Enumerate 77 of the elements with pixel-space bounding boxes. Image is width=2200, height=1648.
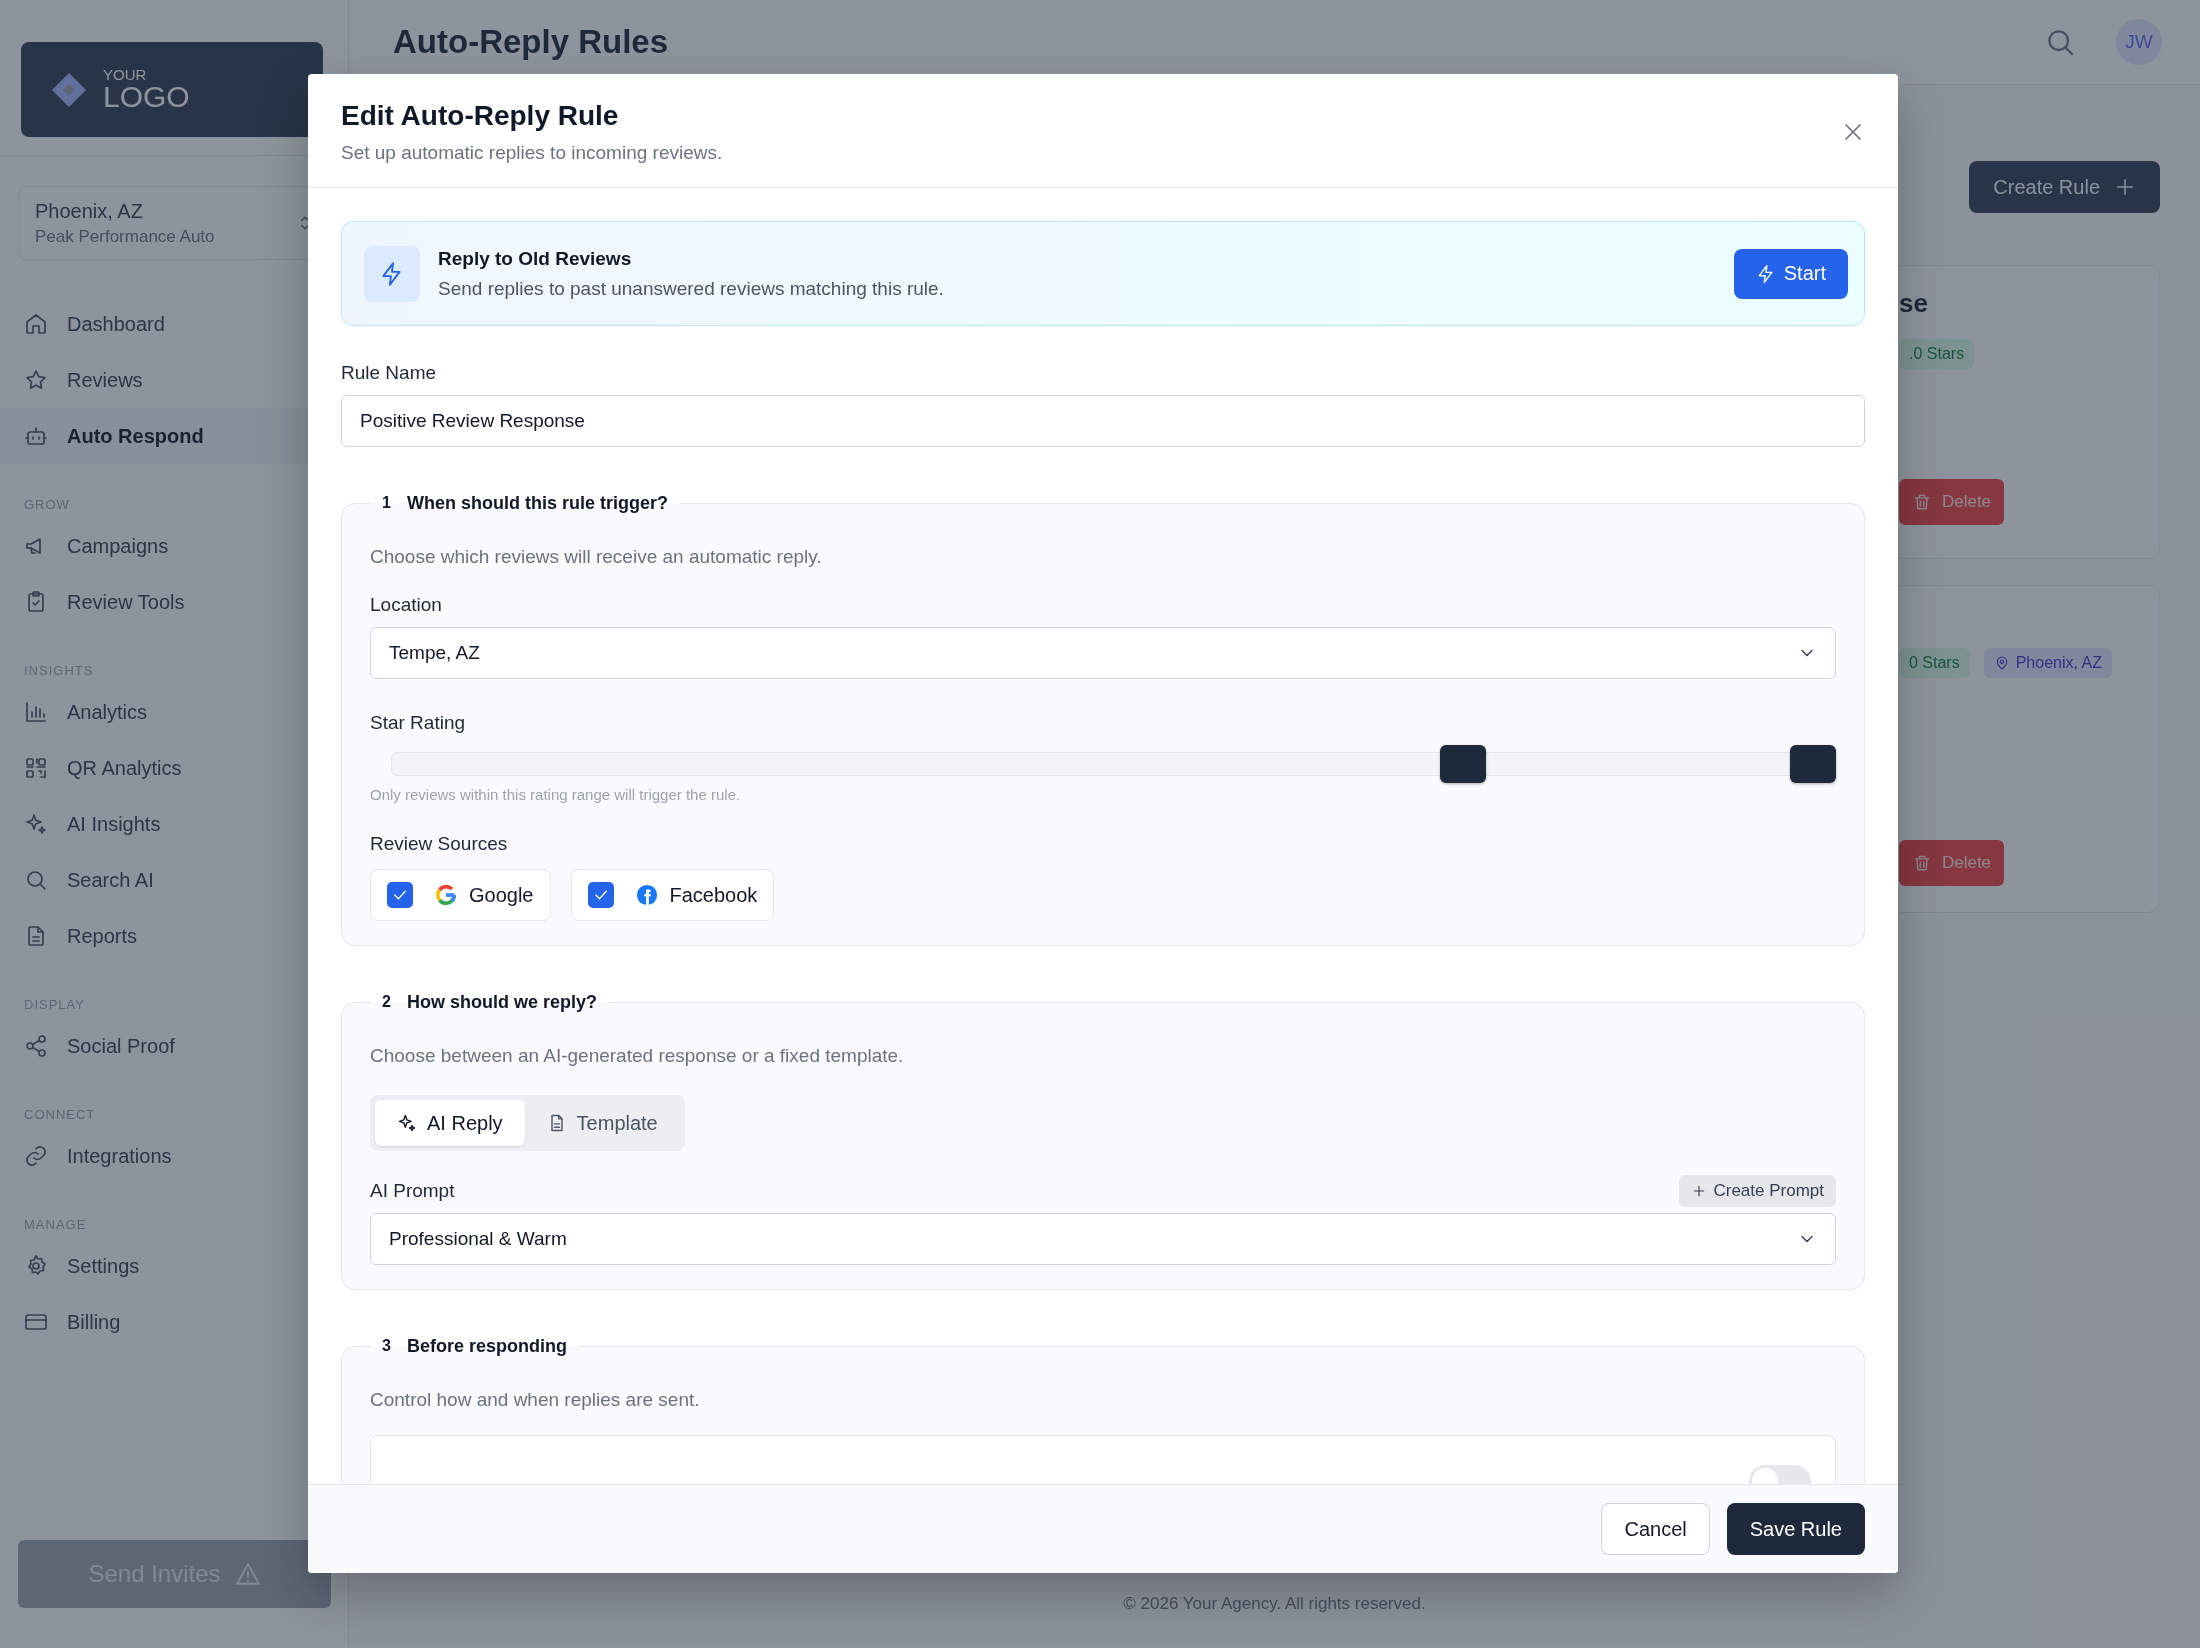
source-option[interactable]: Facebook [570, 869, 775, 921]
field-label: Location [370, 594, 443, 616]
plus-icon [2114, 176, 2136, 198]
save-rule-button[interactable]: Save Rule [1726, 1503, 1865, 1555]
user-avatar[interactable]: JW [2116, 19, 2162, 65]
link-icon [24, 1144, 48, 1168]
section-description: Control how and when replies are sent. [370, 1389, 701, 1411]
rating-tag: 0 Stars [1899, 648, 1970, 678]
nav-item[interactable]: Reviews [0, 352, 340, 408]
nav-item[interactable]: Settings [0, 1238, 340, 1294]
dialog-title: Edit Auto-Reply Rule [341, 100, 620, 132]
logo[interactable]: YOUR LOGO [21, 42, 323, 137]
rating-tag: .0 Stars [1899, 339, 1975, 369]
field-label: Rule Name [341, 362, 438, 384]
nav-item[interactable]: Dashboard [0, 296, 340, 352]
logo-text: LOGO [103, 82, 190, 112]
field-label: AI Prompt [370, 1180, 455, 1202]
create-rule-button[interactable]: Create Rule [1969, 161, 2160, 213]
section-description: Choose between an AI-generated response or a fixed template. [370, 1045, 905, 1067]
qr-code-icon [24, 756, 48, 780]
section-title: Before responding [406, 1336, 567, 1357]
step-number: 1 [382, 493, 391, 513]
nav-item[interactable]: Review Tools [0, 574, 340, 630]
banner-text: Send replies to past unanswered reviews matching this rule. [438, 277, 944, 300]
sparkle-icon [24, 812, 48, 836]
checkbox[interactable] [587, 882, 614, 908]
page-title: Auto-Reply Rules [393, 23, 669, 61]
banner-title: Reply to Old Reviews [438, 247, 633, 270]
delete-button[interactable]: Delete [1899, 840, 2004, 886]
nav-item[interactable]: QR Analytics [0, 740, 340, 796]
field-label: Star Rating [370, 712, 467, 734]
reply-mode-tab[interactable]: Template [524, 1100, 680, 1146]
cancel-button[interactable]: Cancel [1601, 1503, 1710, 1555]
location-tag: Phoenix, AZ [1983, 648, 2112, 678]
nav-item[interactable]: Integrations [0, 1128, 340, 1184]
slider-hint: Only reviews within this rating range will trigger the rule. [370, 786, 742, 803]
bar-chart-icon [24, 700, 48, 724]
location-name: Phoenix, AZ [35, 199, 144, 223]
section-title: When should this rule trigger? [406, 493, 668, 514]
source-option[interactable]: Google [370, 869, 551, 921]
step-number: 2 [382, 992, 391, 1012]
prompt-select[interactable]: Professional & Warm [370, 1213, 1836, 1265]
field-label: Review Sources [370, 833, 509, 855]
share-icon [24, 1034, 48, 1058]
checkbox[interactable] [387, 882, 413, 908]
nav-item[interactable]: Search AI [0, 852, 340, 908]
delete-button[interactable]: Delete [1899, 479, 2004, 525]
copyright-text: © 2026 Your Agency. All rights reserved. [1122, 1594, 1427, 1614]
rating-range-slider[interactable] [391, 744, 1836, 784]
business-name: Peak Performance Auto [35, 226, 215, 247]
home-icon [24, 312, 48, 336]
dialog-subtitle: Set up automatic replies to incoming reviews. [341, 142, 723, 164]
logo-text: YOUR [103, 67, 148, 82]
warning-icon [234, 1561, 261, 1587]
star-icon [24, 368, 48, 392]
slider-handle[interactable] [1440, 745, 1487, 783]
nav-item[interactable]: AI Insights [0, 796, 340, 852]
create-prompt-button[interactable]: Create Prompt [1679, 1175, 1836, 1207]
nav-item[interactable]: Analytics [0, 684, 340, 740]
nav-item[interactable]: Social Proof [0, 1018, 340, 1074]
google-icon [435, 884, 457, 906]
start-button[interactable]: Start [1733, 248, 1848, 299]
section-title: How should we reply? [406, 992, 597, 1013]
facebook-icon [635, 884, 658, 906]
section-description: Choose which reviews will receive an automatic reply. [370, 546, 823, 568]
rule-title: se [1899, 288, 1929, 319]
reply-mode-tab[interactable]: AI Reply [375, 1100, 525, 1146]
step-number: 3 [382, 1336, 391, 1356]
rule-name-field[interactable]: Positive Review Response [341, 395, 1865, 447]
slider-handle[interactable] [1790, 745, 1836, 783]
nav-item[interactable]: Billing [0, 1294, 340, 1350]
nav-item[interactable]: Campaigns [0, 518, 340, 574]
sparkle-icon [397, 1113, 417, 1133]
location-select[interactable]: Tempe, AZ [370, 627, 1836, 679]
search-icon [24, 868, 48, 892]
nav-item[interactable]: Reports [0, 908, 340, 964]
robot-icon [24, 424, 48, 448]
